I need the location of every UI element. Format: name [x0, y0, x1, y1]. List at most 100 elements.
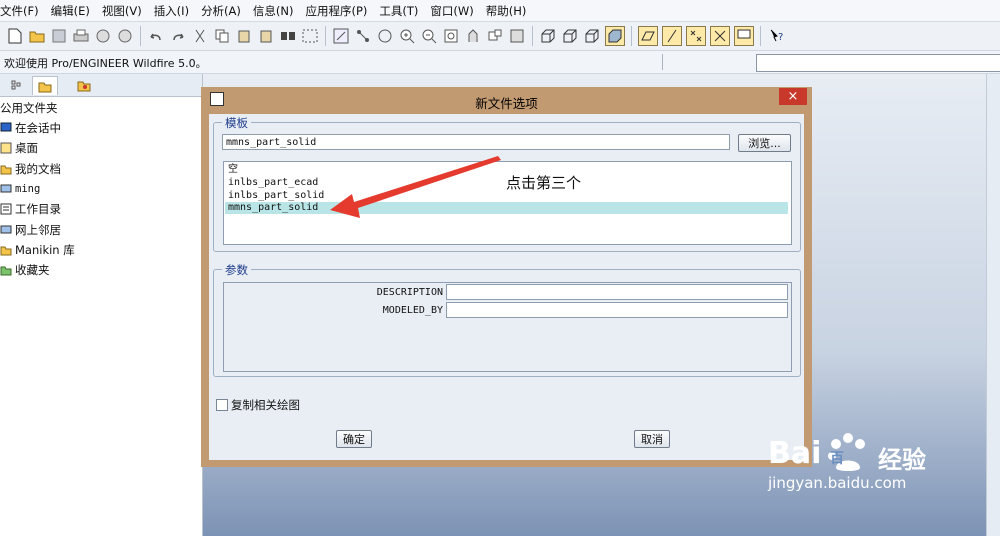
select-box-icon[interactable]	[301, 27, 319, 45]
open-folder-icon[interactable]	[28, 27, 46, 45]
save-icon[interactable]	[50, 27, 68, 45]
close-button[interactable]: ×	[779, 88, 807, 105]
redo-icon[interactable]	[169, 27, 187, 45]
reorient-icon[interactable]	[464, 27, 482, 45]
regenerate-icon[interactable]	[332, 27, 350, 45]
zoom-out-icon[interactable]	[420, 27, 438, 45]
datum-points-icon[interactable]	[686, 26, 706, 46]
search-input[interactable]	[756, 54, 1000, 72]
ok-button[interactable]: 确定	[336, 430, 372, 448]
list-item[interactable]: inlbs_part_ecad	[228, 177, 318, 189]
cancel-button[interactable]: 取消	[634, 430, 670, 448]
annotation-arrow	[330, 156, 501, 218]
saved-views-icon[interactable]	[486, 27, 504, 45]
svg-text:?: ?	[778, 32, 783, 43]
context-help-icon[interactable]: ?	[767, 27, 785, 45]
folder-label: Manikin 库	[15, 243, 75, 257]
watermark-brand2: 百	[830, 451, 844, 467]
toolbar-separator	[140, 26, 141, 46]
menu-analysis[interactable]: 分析(A)	[201, 3, 241, 19]
menu-applications[interactable]: 应用程序(P)	[305, 3, 367, 19]
menu-help[interactable]: 帮助(H)	[486, 3, 527, 19]
folder-label: 在会话中	[15, 121, 61, 135]
network-icon	[0, 224, 12, 236]
library-icon	[0, 244, 12, 256]
copy-drawing-label: 复制相关绘图	[231, 398, 300, 412]
folder-in-session[interactable]: 在会话中	[0, 119, 61, 137]
toolbar: ?	[0, 22, 1000, 51]
layers-icon[interactable]	[508, 27, 526, 45]
refit-icon[interactable]	[442, 27, 460, 45]
send-mail-icon[interactable]	[94, 27, 112, 45]
browse-button[interactable]: 浏览...	[738, 134, 791, 152]
folder-manikin-library[interactable]: Manikin 库	[0, 241, 75, 259]
model-tree-icon[interactable]	[376, 27, 394, 45]
template-group-title: 模板	[222, 115, 251, 131]
navigator-tabs	[0, 74, 202, 97]
working-dir-icon	[0, 203, 12, 215]
param-label: MODELED_BY	[382, 305, 443, 316]
folder-label: 收藏夹	[15, 263, 50, 277]
annotations-icon[interactable]	[734, 26, 754, 46]
desktop-icon	[0, 142, 12, 154]
folder-my-documents[interactable]: 我的文档	[0, 160, 61, 178]
csys-icon[interactable]	[710, 26, 730, 46]
public-folders-header: 公用文件夹	[0, 101, 58, 115]
tab-favorites[interactable]	[72, 76, 96, 94]
menu-insert[interactable]: 插入(I)	[154, 3, 189, 19]
message-bar: 欢迎使用 Pro/ENGINEER Wildfire 5.0。	[0, 51, 1000, 74]
message-separator	[662, 54, 663, 70]
paste-special-icon[interactable]	[257, 27, 275, 45]
folder-favorites[interactable]: 收藏夹	[0, 261, 50, 279]
print-icon[interactable]	[72, 27, 90, 45]
list-item[interactable]: 空	[228, 164, 238, 176]
paste-icon[interactable]	[235, 27, 253, 45]
menu-window[interactable]: 窗口(W)	[430, 3, 473, 19]
cut-icon[interactable]	[191, 27, 209, 45]
tab-folder-browser[interactable]	[32, 76, 58, 95]
folder-label: ming	[15, 183, 41, 195]
new-file-icon[interactable]	[6, 27, 24, 45]
menu-file[interactable]: 文件(F)	[0, 3, 39, 19]
zoom-in-icon[interactable]	[398, 27, 416, 45]
computer-icon	[0, 183, 12, 195]
mail-icon[interactable]	[116, 27, 134, 45]
folder-working-directory[interactable]: 工作目录	[0, 200, 61, 218]
menu-info[interactable]: 信息(N)	[253, 3, 294, 19]
baidu-watermark: Bai 百 经验 jingyan.baidu.com	[768, 430, 1000, 492]
modeled-by-field[interactable]	[446, 302, 788, 318]
tab-model-tree[interactable]	[4, 76, 28, 94]
list-item[interactable]: inlbs_part_solid	[228, 190, 324, 202]
toolbar-separator	[760, 26, 761, 46]
undo-icon[interactable]	[147, 27, 165, 45]
navigator-panel: 公用文件夹 在会话中 桌面 我的文档 ming 工作目录 网上邻居 Maniki…	[0, 74, 203, 536]
dialog-title: 新文件选项	[475, 96, 538, 111]
datum-axes-icon[interactable]	[662, 26, 682, 46]
copy-icon[interactable]	[213, 27, 231, 45]
copy-drawing-checkbox[interactable]	[216, 399, 228, 411]
description-field[interactable]	[446, 284, 788, 300]
folder-network[interactable]: 网上邻居	[0, 221, 61, 239]
menu-edit[interactable]: 编辑(E)	[51, 3, 90, 19]
menu-view[interactable]: 视图(V)	[102, 3, 142, 19]
shading-icon[interactable]	[605, 26, 625, 46]
relations-icon[interactable]	[354, 27, 372, 45]
folder-label: 工作目录	[15, 202, 61, 216]
watermark-url: jingyan.baidu.com	[768, 474, 907, 492]
menu-bar: 文件(F) 编辑(E) 视图(V) 插入(I) 分析(A) 信息(N) 应用程序…	[0, 0, 1000, 22]
folder-desktop[interactable]: 桌面	[0, 139, 38, 157]
toolbar-separator	[532, 26, 533, 46]
watermark-brand: Bai	[768, 436, 822, 471]
template-name-field[interactable]: mmns_part_solid	[222, 134, 730, 150]
list-item-selected[interactable]: mmns_part_solid	[228, 202, 318, 214]
folder-label: 网上邻居	[15, 223, 61, 237]
folder-ming[interactable]: ming	[0, 180, 40, 198]
datum-planes-icon[interactable]	[638, 26, 658, 46]
find-icon[interactable]	[279, 27, 297, 45]
no-hidden-icon[interactable]	[583, 27, 601, 45]
documents-icon	[0, 163, 12, 175]
hidden-line-icon[interactable]	[561, 27, 579, 45]
wireframe-icon[interactable]	[539, 27, 557, 45]
param-label: DESCRIPTION	[376, 287, 443, 298]
menu-tools[interactable]: 工具(T)	[379, 3, 418, 19]
